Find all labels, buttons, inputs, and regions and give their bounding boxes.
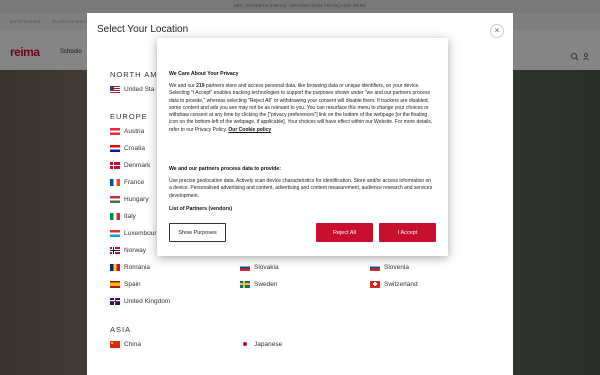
country-croatia[interactable]: Croatia [110,143,145,153]
cookie-body: We and our 219 partners store and access… [169,83,433,133]
country-slovenia[interactable]: Slovenia [370,262,409,272]
country-austria[interactable]: Austria [110,126,144,136]
flag-hungary-icon [110,195,120,203]
cookie-subtitle: We and our partners process data to prov… [169,166,282,172]
country-spain[interactable]: Spain [110,279,141,289]
flag-japan-icon [240,340,250,348]
flag-china-icon [110,340,120,348]
country-norway[interactable]: Norway [110,245,146,255]
cookie-consent-dialog: We Care About Your Privacy We and our 21… [157,38,448,256]
country-sweden[interactable]: Sweden [240,279,278,289]
show-purposes-button[interactable]: Show Purposes [169,223,226,242]
country-france[interactable]: France [110,177,144,187]
flag-switzerland-icon [370,280,380,288]
region-europe: EUROPE [110,112,148,121]
country-italy[interactable]: Italy [110,211,136,221]
country-hungary[interactable]: Hungary [110,194,149,204]
flag-croatia-icon [110,144,120,152]
country-romania[interactable]: Romania [110,262,150,272]
flag-luxembourg-icon [110,229,120,237]
cookie-title: We Care About Your Privacy [169,71,239,77]
flag-france-icon [110,178,120,186]
accept-button[interactable]: I Accept [379,223,436,242]
flag-denmark-icon [110,161,120,169]
country-switzerland[interactable]: Switzerland [370,279,418,289]
region-north-america: NORTH AM [110,70,158,79]
flag-slovenia-icon [370,263,380,271]
country-denmark[interactable]: Denmark [110,160,150,170]
country-united-states[interactable]: United Sta [110,84,154,94]
country-slovakia[interactable]: Slovakia [240,262,279,272]
flag-us-icon [110,85,120,93]
flag-slovakia-icon [240,263,250,271]
partners-list-link[interactable]: List of Partners (vendors) [169,206,232,212]
reject-all-button[interactable]: Reject All [316,223,373,242]
flag-uk-icon [110,297,120,305]
close-button[interactable]: × [490,24,504,38]
flag-norway-icon [110,246,120,254]
country-luxembourg[interactable]: Luxembour [110,228,157,238]
flag-sweden-icon [240,280,250,288]
cookie-policy-link[interactable]: Our Cookie policy [228,127,271,133]
country-japan[interactable]: Japanese [240,339,282,349]
flag-italy-icon [110,212,120,220]
country-united-kingdom[interactable]: United Kingdom [110,296,170,306]
country-china[interactable]: China [110,339,141,349]
flag-romania-icon [110,263,120,271]
cookie-purposes-text: Use precise geolocation data. Actively s… [169,178,433,199]
partners-count: 219 [196,83,205,89]
region-asia: ASIA [110,325,132,334]
flag-spain-icon [110,280,120,288]
flag-austria-icon [110,127,120,135]
modal-title: Select Your Location [97,24,189,35]
